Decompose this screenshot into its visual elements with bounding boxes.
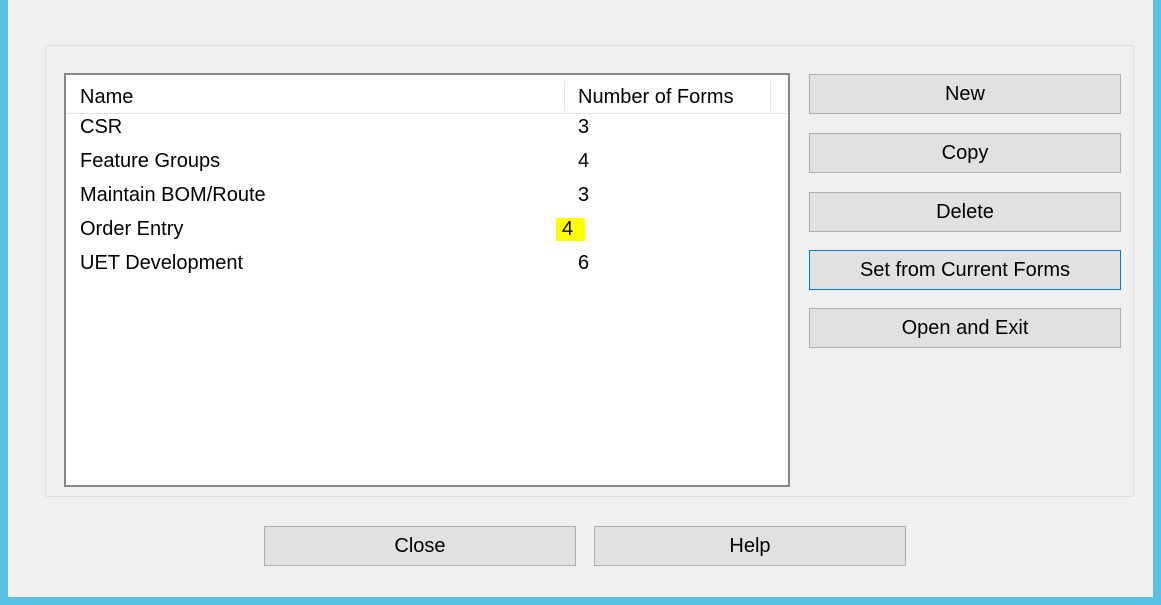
delete-button[interactable]: Delete bbox=[809, 192, 1121, 232]
list-item[interactable]: Maintain BOM/Route 3 bbox=[66, 181, 788, 215]
set-from-current-forms-button[interactable]: Set from Current Forms bbox=[809, 250, 1121, 290]
item-name: Order Entry bbox=[80, 218, 184, 240]
item-form-count: 4 bbox=[578, 150, 590, 172]
list-header: Name Number of Forms bbox=[66, 75, 788, 114]
item-name: UET Development bbox=[80, 252, 244, 274]
form-groups-list[interactable]: Name Number of Forms CSR 3 Feature Group… bbox=[64, 73, 790, 487]
close-button[interactable]: Close bbox=[264, 526, 576, 566]
item-name: Feature Groups bbox=[80, 150, 221, 172]
column-header-name[interactable]: Name bbox=[80, 75, 564, 113]
column-header-number-of-forms[interactable]: Number of Forms bbox=[578, 75, 770, 113]
copy-button[interactable]: Copy bbox=[809, 133, 1121, 173]
list-item[interactable]: Feature Groups 4 bbox=[66, 147, 788, 181]
list-item[interactable]: CSR 3 bbox=[66, 113, 788, 147]
open-and-exit-button[interactable]: Open and Exit bbox=[809, 308, 1121, 348]
column-divider[interactable] bbox=[770, 81, 771, 111]
list-item[interactable]: UET Development 6 bbox=[66, 249, 788, 283]
help-button[interactable]: Help bbox=[594, 526, 906, 566]
item-form-count: 3 bbox=[578, 116, 590, 138]
column-divider[interactable] bbox=[564, 81, 565, 111]
item-form-count-highlighted: 4 bbox=[556, 218, 586, 241]
item-name: Maintain BOM/Route bbox=[80, 184, 266, 206]
item-form-count: 6 bbox=[578, 252, 590, 274]
list-rows: CSR 3 Feature Groups 4 Maintain BOM/Rout… bbox=[66, 113, 788, 283]
item-form-count: 3 bbox=[578, 184, 590, 206]
new-button[interactable]: New bbox=[809, 74, 1121, 114]
list-item[interactable]: Order Entry 4 bbox=[66, 215, 788, 249]
item-name: CSR bbox=[80, 116, 123, 138]
form-groups-dialog: Name Number of Forms CSR 3 Feature Group… bbox=[8, 0, 1153, 597]
